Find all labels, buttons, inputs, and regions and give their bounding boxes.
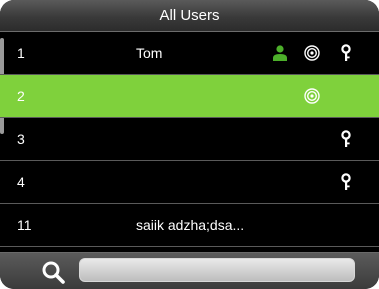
user-row-2[interactable]: 2 <box>0 75 379 118</box>
user-name: saiik adzha;dsa... <box>136 217 245 233</box>
search-input[interactable] <box>79 258 355 282</box>
user-id: 1 <box>17 45 25 61</box>
user-name: Tom <box>136 45 163 61</box>
all-users-screen: All Users 1 Tom 2 3 4 11 saiik adzha;dsa… <box>0 0 379 289</box>
title-bar: All Users <box>0 0 379 32</box>
key-icon <box>337 130 355 148</box>
user-list: 1 Tom 2 3 4 11 saiik adzha;dsa... <box>0 32 379 252</box>
search-bar <box>0 252 379 289</box>
key-icon <box>337 173 355 191</box>
fingerprint-icon <box>303 44 321 62</box>
user-id: 11 <box>17 217 32 233</box>
user-row-4[interactable]: 4 <box>0 161 379 204</box>
key-icon <box>337 44 355 62</box>
user-icon <box>271 44 289 62</box>
user-id: 2 <box>17 88 25 104</box>
search-icon[interactable] <box>40 259 66 285</box>
fingerprint-icon <box>303 87 321 105</box>
user-id: 4 <box>17 174 25 190</box>
user-row-3[interactable]: 3 <box>0 118 379 161</box>
page-title: All Users <box>159 7 220 24</box>
user-row-11[interactable]: 11 saiik adzha;dsa... <box>0 204 379 247</box>
user-id: 3 <box>17 131 25 147</box>
user-row-1[interactable]: 1 Tom <box>0 32 379 75</box>
